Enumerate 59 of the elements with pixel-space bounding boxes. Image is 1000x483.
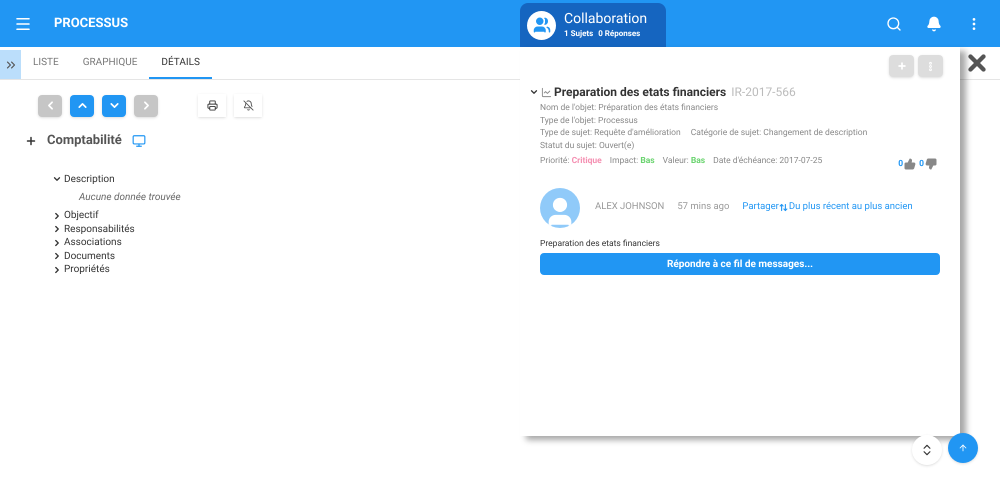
topic-field: Type de l'objet: Processus (540, 114, 638, 127)
reply-count: 0 Réponses (598, 30, 640, 38)
plus-icon[interactable] (25, 134, 37, 147)
scroll-toggle-button[interactable] (912, 435, 942, 465)
chart-icon (541, 86, 552, 98)
topic-field: Nom de l'objet: Préparation des états financiers (540, 102, 718, 114)
author-name: ALEX JOHNSON (595, 200, 664, 214)
subject-count: 1 Sujets (564, 30, 594, 38)
chevron-right-icon[interactable] (52, 224, 62, 234)
notification-icon[interactable] (926, 16, 942, 32)
topic-rating: Valeur: Bas (662, 155, 706, 168)
sort-icon[interactable] (778, 203, 788, 212)
plus-icon (896, 61, 906, 71)
dislike-count: 0 (919, 158, 924, 170)
chevron-down-icon[interactable] (529, 87, 539, 97)
avatar (540, 188, 580, 228)
printer-icon (206, 100, 218, 111)
tab[interactable]: LISTE (21, 47, 71, 79)
section-label[interactable]: Associations (64, 235, 122, 250)
page-title: PROCESSUS (54, 14, 128, 33)
chevron-right-icon[interactable] (52, 264, 62, 275)
section-label[interactable]: Objectif (64, 208, 99, 224)
topic-title: Preparation des etats financiers (554, 84, 726, 101)
scroll-top-button[interactable] (948, 433, 978, 463)
topic-rating: Priorité: Critique (540, 155, 602, 168)
section-label[interactable]: Documents (64, 248, 116, 264)
group-icon (527, 10, 556, 40)
chevron-right-icon[interactable] (52, 238, 62, 248)
tab[interactable]: GRAPHIQUE (70, 47, 150, 79)
due-date: Date d'échéance: 2017-07-25 (713, 155, 822, 168)
search-icon[interactable] (886, 16, 902, 32)
collaboration-title: Collaboration (564, 12, 648, 26)
expand-sidebar-button[interactable] (0, 50, 21, 79)
nav-button[interactable] (102, 94, 126, 116)
print-button[interactable] (198, 94, 226, 117)
arrow-up-icon (958, 443, 968, 453)
nav-button[interactable] (70, 94, 94, 116)
empty-note: Aucune donnée trouvée (79, 191, 181, 205)
topic-rating: Impact: Bas (610, 155, 655, 168)
topic-id: IR-2017-566 (731, 84, 796, 101)
thumbs-up-icon[interactable] (904, 158, 916, 170)
collaboration-tab[interactable]: Collaboration 1 Sujets 0 Réponses (520, 3, 666, 47)
thumbs-down-icon[interactable] (925, 158, 937, 170)
tab[interactable]: DÉTAILS (149, 47, 212, 79)
chevron-right-icon[interactable] (52, 251, 62, 262)
topic-field: Statut du sujet: Ouvert(e) (540, 140, 634, 152)
post-body: Preparation des etats financiers (540, 238, 661, 250)
object-title: Comptabilité (47, 132, 122, 150)
bell-off-icon (242, 100, 254, 111)
notifications-off-button[interactable] (234, 94, 262, 117)
like-count: 0 (898, 158, 904, 170)
topic-field: Catégorie de sujet: Changement de description (690, 127, 868, 140)
topic-field: Type de sujet: Requête d'amélioration (540, 127, 681, 140)
monitor-icon[interactable] (132, 134, 146, 148)
post-time: 57 mins ago (677, 200, 730, 214)
chevron-right-icon[interactable] (52, 210, 62, 221)
section-label[interactable]: Description (64, 172, 115, 187)
section-label[interactable]: Responsabilités (64, 222, 135, 237)
section-label[interactable]: Propriétés (64, 262, 110, 278)
